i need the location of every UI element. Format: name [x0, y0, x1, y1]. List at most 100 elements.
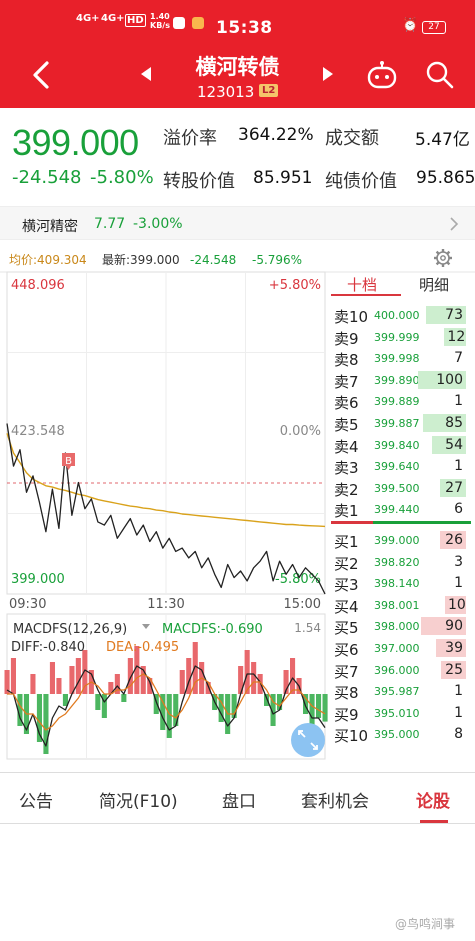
last-price: 399.000	[12, 122, 139, 163]
macd-bar	[251, 662, 257, 694]
ask-level-volume: 12	[444, 327, 466, 346]
bid-level-name: 买2	[334, 554, 359, 573]
network-speed: 1.40 KB/s	[150, 12, 170, 30]
active-tab-underline	[331, 294, 401, 296]
ask-level-row[interactable]: 卖4 399.840 54	[331, 434, 471, 456]
ask-level-row[interactable]: 卖1 399.440 6	[331, 498, 471, 520]
bid-level-price: 397.000	[374, 641, 420, 655]
ask-level-name: 卖10	[334, 308, 369, 326]
bid-level-name: 买9	[334, 705, 359, 724]
macd-bar	[322, 694, 328, 722]
battery-indicator: 27	[422, 21, 446, 34]
app-notification-icon-2	[192, 17, 204, 29]
ask-level-volume: 73	[426, 306, 466, 324]
indicator-dropdown-icon[interactable]	[142, 624, 150, 629]
bid-level-name: 买4	[334, 597, 359, 616]
ask-level-row[interactable]: 卖3 399.640 1	[331, 455, 471, 477]
bid-level-row[interactable]: 买1 399.000 26	[331, 529, 471, 551]
bid-level-row[interactable]: 买3 398.140 1	[331, 572, 471, 594]
conversion-value: 85.951	[253, 168, 313, 188]
bid-levels: 买1 399.000 26 买2 398.820 3 买3 398.140 1 买4 398.001…	[331, 529, 471, 745]
bid-level-row[interactable]: 买2 398.820 3	[331, 551, 471, 573]
ask-level-row[interactable]: 卖7 399.890 100	[331, 369, 471, 391]
macd-bar	[49, 662, 55, 694]
macd-bar	[316, 694, 322, 718]
bid-level-volume: 10	[445, 595, 466, 614]
ask-level-row[interactable]: 卖5 399.887 85	[331, 412, 471, 434]
chart-high-label: 448.096	[11, 278, 65, 293]
macd-bar	[264, 694, 270, 706]
active-tab-underline	[420, 820, 448, 823]
bid-level-name: 买5	[334, 619, 359, 638]
bid-level-price: 398.140	[374, 577, 420, 591]
bid-level-price: 398.820	[374, 555, 420, 569]
bid-level-row[interactable]: 买5 398.000 90	[331, 615, 471, 637]
macd-indicator-label[interactable]: MACDFS(12,26,9)	[13, 622, 127, 637]
bottom-tabs: 公告 简况(F10) 盘口 套利机会 论股	[0, 772, 475, 824]
related-stock-pct: -3.00%	[133, 216, 183, 232]
tab-order-depth[interactable]: 盘口	[222, 787, 256, 812]
premium-rate-label: 溢价率	[163, 128, 217, 149]
robot-assistant-icon[interactable]	[366, 60, 398, 90]
status-bar: 4G+ 4G+ HD 1.40 KB/s 15:38 ⏰ 27	[0, 0, 475, 40]
bid-level-name: 买1	[334, 532, 359, 551]
ask-level-price: 399.999	[374, 330, 420, 344]
next-stock-icon[interactable]	[322, 66, 334, 82]
bid-level-volume: 90	[421, 617, 466, 636]
premium-rate-value: 364.22%	[238, 125, 314, 145]
ask-level-volume: 1	[454, 393, 463, 410]
macd-bar	[10, 658, 16, 694]
network-indicator-1: 4G+	[76, 13, 100, 24]
tab-ten-levels[interactable]: 十档	[347, 274, 377, 295]
bid-level-row[interactable]: 买6 397.000 39	[331, 637, 471, 659]
turnover-value: 5.47亿	[415, 130, 470, 150]
chart-change: -24.548	[190, 253, 236, 267]
diff-value: DIFF:-0.840	[11, 640, 85, 655]
ask-level-name: 卖3	[334, 459, 359, 478]
bid-level-row[interactable]: 买4 398.001 10	[331, 594, 471, 616]
bid-level-name: 买3	[334, 576, 359, 595]
ask-levels: 卖10 400.000 73 卖9 399.999 12 卖8 399.998 7 卖7 399.8…	[331, 304, 471, 520]
tab-discussion[interactable]: 论股	[416, 787, 450, 812]
ask-level-price: 399.440	[374, 503, 420, 517]
tab-announcements[interactable]: 公告	[19, 787, 53, 812]
turnover-label: 成交额	[325, 128, 379, 149]
ask-level-row[interactable]: 卖8 399.998 7	[331, 347, 471, 369]
bid-level-name: 买7	[334, 662, 359, 681]
ask-level-volume: 1	[454, 458, 463, 475]
ask-level-name: 卖1	[334, 502, 359, 521]
macdfs-value: MACDFS:-0.690	[162, 622, 263, 637]
related-stock-bar[interactable]: 横河精密 7.77 -3.00%	[0, 206, 475, 240]
alarm-icon: ⏰	[402, 18, 419, 33]
ask-level-row[interactable]: 卖9 399.999 12	[331, 326, 471, 348]
bid-level-row[interactable]: 买9 395.010 1	[331, 702, 471, 724]
orderbook: 卖10 400.000 73 卖9 399.999 12 卖8 399.998 7 卖7 399.8…	[331, 304, 471, 745]
ask-level-volume: 100	[418, 370, 466, 389]
bid-level-price: 395.987	[374, 685, 420, 699]
ask-level-price: 399.840	[374, 438, 420, 452]
macd-bar	[290, 658, 296, 694]
tab-arbitrage[interactable]: 套利机会	[301, 787, 369, 812]
ask-level-row[interactable]: 卖2 399.500 27	[331, 477, 471, 499]
chart-change-pct: -5.796%	[252, 253, 302, 267]
ask-level-row[interactable]: 卖10 400.000 73	[331, 304, 471, 326]
bid-level-volume: 1	[454, 575, 463, 592]
chart-mid-label: 423.548	[11, 424, 65, 439]
bid-level-row[interactable]: 买7 396.000 25	[331, 659, 471, 681]
tab-profile-f10[interactable]: 简况(F10)	[99, 787, 178, 812]
ask-level-row[interactable]: 卖6 399.889 1	[331, 390, 471, 412]
related-stock-name: 横河精密	[22, 219, 78, 235]
fullscreen-icon[interactable]	[291, 723, 325, 757]
stock-code: 123013	[197, 83, 255, 101]
bid-level-row[interactable]: 买10 395.000 8	[331, 723, 471, 745]
time-mid: 11:30	[147, 597, 184, 612]
ask-level-price: 399.889	[374, 395, 420, 409]
tab-detail[interactable]: 明细	[419, 274, 449, 295]
macd-bar	[30, 674, 36, 694]
settings-gear-icon[interactable]	[434, 249, 452, 267]
bid-level-row[interactable]: 买8 395.987 1	[331, 680, 471, 702]
ask-level-volume: 54	[431, 435, 466, 454]
bid-level-volume: 1	[454, 683, 463, 700]
bid-level-name: 买6	[334, 640, 359, 659]
search-icon[interactable]	[425, 60, 455, 90]
